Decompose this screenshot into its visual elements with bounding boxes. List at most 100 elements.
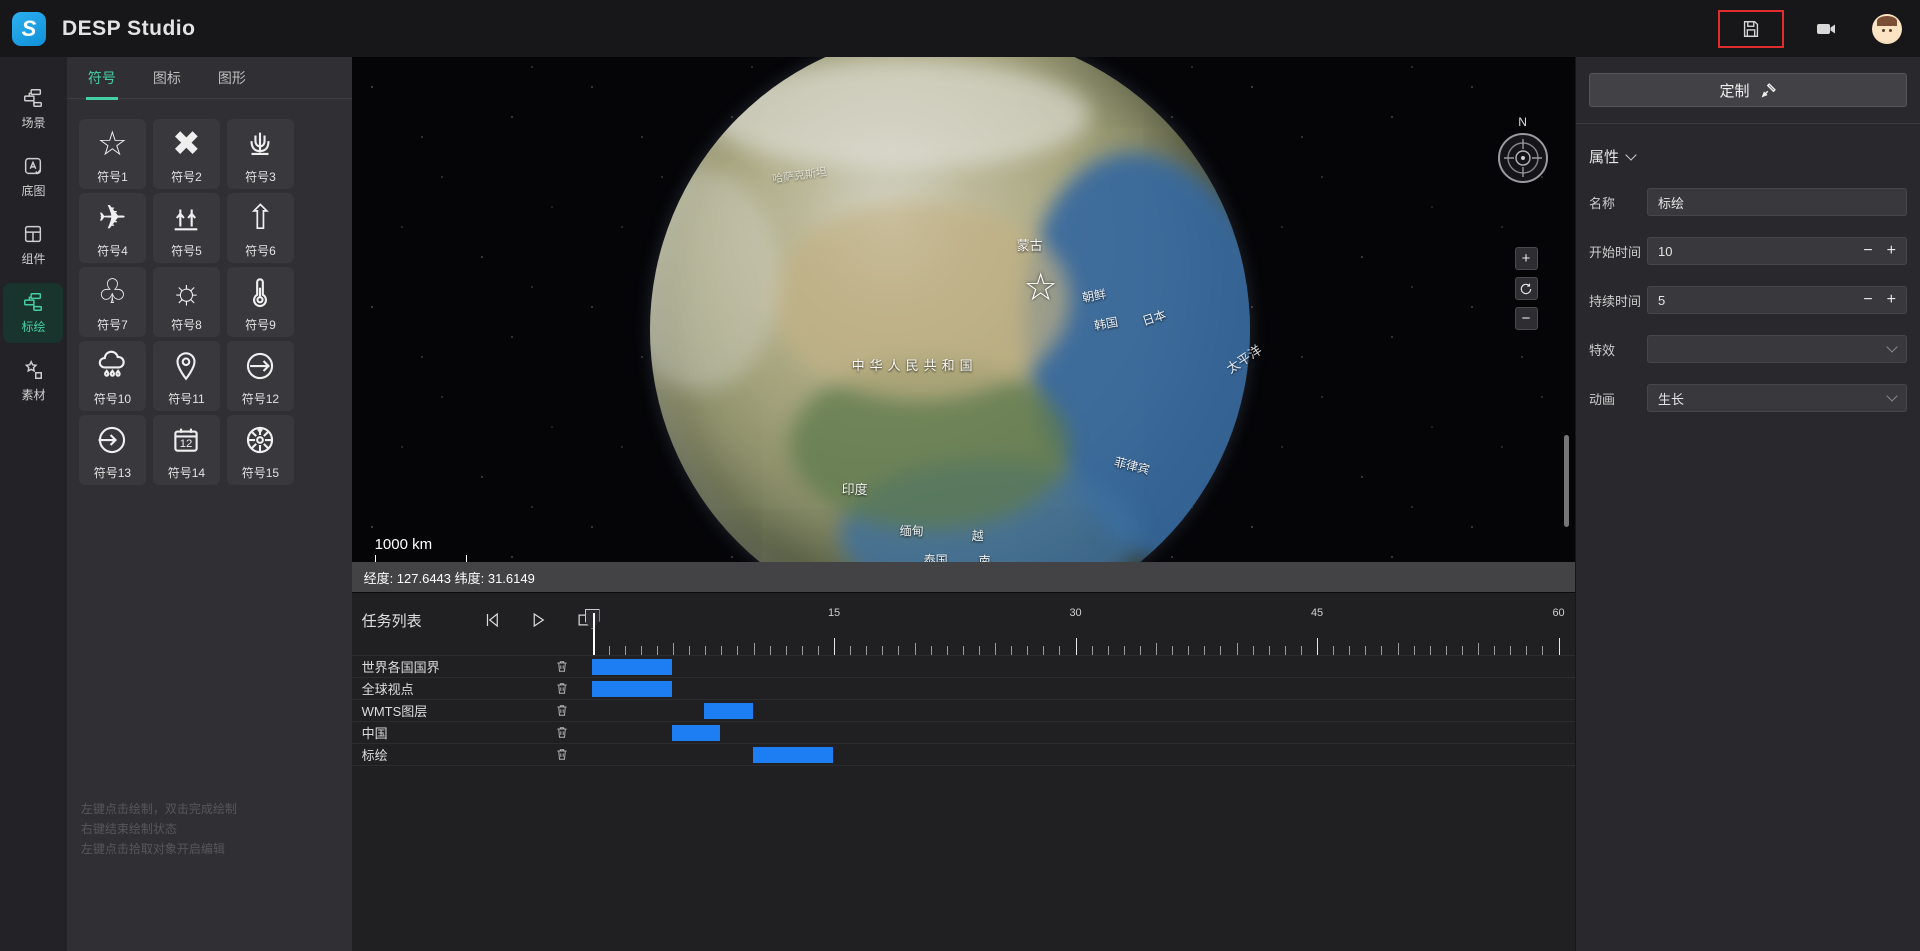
map-place-label: 印度 [841, 482, 868, 497]
track-row: 全球视点 [351, 678, 1576, 700]
map-scale-bar: 1000 km [374, 536, 467, 562]
arrow-circle-out-icon [243, 341, 277, 390]
video-camera-icon [1817, 23, 1835, 34]
sidebar-item-plot[interactable]: 标绘 [3, 283, 64, 343]
sidebar-item-basemap[interactable]: 底图 [3, 147, 63, 207]
plotted-star-marker[interactable]: ☆ [1024, 269, 1058, 307]
delete-track-button[interactable] [552, 746, 572, 764]
timeline-bar[interactable] [672, 725, 721, 741]
track-row: WMTS图层 [351, 700, 1576, 722]
duration-decrement-button[interactable]: − [1863, 292, 1872, 308]
avatar-hair [1877, 15, 1897, 26]
delete-track-button[interactable] [552, 658, 572, 676]
symbol-card-15[interactable]: 符号15 [226, 415, 294, 485]
symbol-card-14[interactable]: 12 符号14 [152, 415, 220, 485]
field-start-time: 开始时间 − + [1589, 237, 1908, 265]
symbol-card-10[interactable]: 符号10 [78, 341, 146, 411]
skip-to-start-button[interactable] [482, 610, 502, 630]
name-input[interactable] [1658, 194, 1897, 210]
customize-button[interactable]: 定制 [1589, 73, 1908, 107]
tab-symbols[interactable]: 符号 [85, 57, 118, 100]
zoom-in-button[interactable]: + [1514, 247, 1538, 270]
duration-increment-button[interactable]: + [1887, 292, 1896, 308]
map-place-label: 泰国 [923, 553, 948, 562]
symbol-card-13[interactable]: 符号13 [78, 415, 146, 485]
save-button[interactable] [1731, 11, 1771, 47]
reset-view-button[interactable] [1514, 277, 1538, 300]
scene-nodes-icon [24, 89, 43, 107]
delete-track-button[interactable] [552, 702, 572, 720]
zoom-out-button[interactable]: − [1514, 307, 1538, 330]
divider [1576, 123, 1920, 124]
symbol-card-11[interactable]: 符号11 [152, 341, 220, 411]
timeline-panel: 任务列表 15 30 45 60 世界各国国界 全球视点 WMTS图层 中国 标… [351, 592, 1576, 951]
duration-input[interactable] [1658, 292, 1864, 308]
delete-track-button[interactable] [552, 724, 572, 742]
symbol-card-8[interactable]: ☼ 符号8 [152, 267, 220, 337]
start-time-decrement-button[interactable]: − [1863, 243, 1872, 259]
ruler-label: 30 [1069, 607, 1082, 619]
timeline-bar[interactable] [591, 659, 673, 675]
hint-line: 左键点击拾取对象开启编辑 [80, 842, 225, 856]
symbol-card-4[interactable]: ✈ 符号4 [78, 193, 146, 263]
symbol-card-9[interactable]: 符号9 [226, 267, 294, 337]
properties-panel: 定制 属性 名称 开始时间 [1575, 57, 1920, 951]
transport-controls [482, 610, 594, 630]
symbol-card-2[interactable]: ✖ 符号2 [152, 119, 220, 189]
drawing-hints: 左键点击绘制，双击完成绘制 右键结束绘制状态 左键点击拾取对象开启编辑 [81, 799, 237, 859]
scale-bracket [374, 555, 467, 562]
scale-label: 1000 km [374, 536, 433, 553]
symbol-panel-tabs: 符号 图标 图形 [66, 57, 352, 100]
calendar-icon: 12 [169, 415, 203, 464]
left-nav-rail: 场景 底图 组件 标绘 素材 [0, 57, 67, 951]
components-table-icon [25, 225, 42, 243]
record-video-button[interactable] [1806, 11, 1846, 47]
thermometer-icon [243, 267, 277, 316]
animation-select[interactable]: 生长 [1647, 384, 1908, 412]
timeline-bar[interactable] [752, 747, 834, 763]
symbol-card-1[interactable]: ☆ 符号1 [78, 119, 146, 189]
tab-shapes[interactable]: 图形 [218, 57, 246, 99]
viewport-scrollbar[interactable] [1563, 435, 1569, 527]
sidebar-item-scene[interactable]: 场景 [3, 79, 63, 139]
task-list-title: 任务列表 [361, 612, 422, 630]
symbol-card-3[interactable]: 符号3 [226, 119, 294, 189]
ruler-label: 15 [827, 607, 841, 619]
field-duration: 持续时间 − + [1589, 286, 1908, 314]
map-place-label: 蒙古 [1016, 238, 1043, 253]
save-button-highlight [1718, 9, 1784, 48]
svg-text:12: 12 [180, 438, 193, 450]
map-place-label: 缅甸 [899, 524, 924, 538]
properties-section-toggle[interactable]: 属性 [1589, 146, 1907, 167]
track-name: 中国 [361, 726, 388, 741]
compass-wheel-icon [243, 415, 277, 464]
effect-select[interactable] [1647, 335, 1908, 363]
play-icon [533, 612, 544, 628]
symbol-card-7[interactable]: ♧ 符号7 [78, 267, 146, 337]
symbol-card-5[interactable]: 符号5 [152, 193, 220, 263]
tab-icons[interactable]: 图标 [153, 57, 181, 99]
stage: 哈萨克斯坦 蒙古 中华人民共和国 朝鲜 韩国 日本 印度 缅甸 泰国越南菲律宾 太平洋 ☆ N + [351, 57, 1576, 951]
sidebar-item-label: 素材 [21, 388, 46, 402]
sidebar-item-components[interactable]: 组件 [3, 215, 63, 275]
user-avatar[interactable] [1872, 13, 1902, 44]
track-lane [591, 678, 1575, 699]
delete-track-button[interactable] [552, 680, 572, 698]
sun-icon: ☼ [170, 272, 202, 311]
sidebar-item-assets[interactable]: 素材 [3, 351, 63, 411]
timeline-bar[interactable] [591, 681, 673, 697]
compass-control[interactable]: N [1496, 115, 1550, 190]
timeline-bar[interactable] [704, 703, 753, 719]
save-icon [1743, 20, 1759, 37]
track-name: 标绘 [361, 748, 388, 763]
refresh-icon [1520, 283, 1532, 294]
play-button[interactable] [528, 610, 548, 630]
rain-cloud-icon [95, 341, 129, 390]
track-lane [592, 700, 1575, 721]
chevron-down-icon [1625, 148, 1637, 161]
start-time-input[interactable] [1658, 243, 1864, 259]
symbol-card-6[interactable]: ⇧ 符号6 [226, 193, 294, 263]
start-time-increment-button[interactable]: + [1887, 243, 1896, 259]
globe-viewport[interactable]: 哈萨克斯坦 蒙古 中华人民共和国 朝鲜 韩国 日本 印度 缅甸 泰国越南菲律宾 太平洋 ☆ N + [351, 57, 1576, 562]
symbol-card-12[interactable]: 符号12 [226, 341, 294, 411]
